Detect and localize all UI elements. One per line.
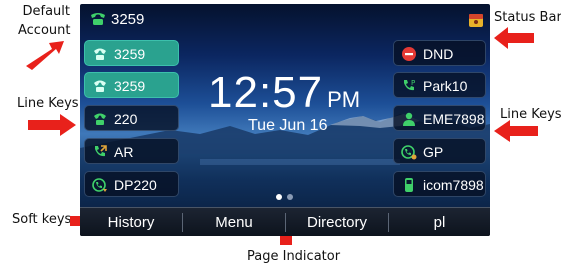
directed-pickup-arrow — [103, 189, 107, 192]
phone-screen: 3259 3259 3259 220 AR DP220 12:57 PM Tue… — [80, 4, 490, 236]
clock-date: Tue Jun 16 — [248, 117, 328, 134]
line-key-group-pickup-label: GP — [423, 144, 444, 160]
page-dot-1[interactable] — [276, 194, 282, 200]
line-key-park[interactable]: P Park10 — [393, 72, 486, 98]
softkey-history[interactable]: History — [80, 208, 182, 236]
page-indicator-annotation: Page Indicator — [247, 249, 341, 264]
status-notification-icon[interactable] — [468, 11, 484, 28]
status-icon-dot — [474, 20, 478, 24]
dnd-bar — [405, 53, 413, 56]
line-key-1[interactable]: 3259 — [84, 40, 179, 66]
call-park-letter: P — [411, 79, 415, 87]
status-bar-arrow — [494, 27, 534, 49]
line-key-dnd-label: DND — [423, 46, 454, 62]
status-bar-annotation: Status Bar — [494, 10, 561, 25]
line-registered-icon — [94, 48, 106, 60]
line-key-park-label: Park10 — [423, 78, 468, 94]
line-keys-right-arrow-shape — [494, 120, 538, 142]
group-pickup-handset — [405, 149, 411, 155]
line-key-contact-label: EME7898 — [423, 111, 485, 127]
default-account-arrow — [26, 41, 64, 70]
line-key-intercom-label: icom7898 — [423, 177, 484, 193]
line-key-4-label: AR — [114, 144, 134, 160]
intercom-icon — [405, 178, 413, 192]
phone-handset-icon — [91, 13, 105, 25]
line-key-3[interactable]: 220 — [84, 105, 179, 131]
contact-head — [405, 112, 413, 120]
directed-pickup-icon — [92, 178, 107, 192]
softkey-pl[interactable]: pl — [389, 208, 490, 236]
contact-icon — [403, 112, 415, 126]
page-dot-2[interactable] — [287, 194, 293, 200]
line-registered-icon — [94, 113, 106, 125]
status-bar: 3259 — [80, 4, 490, 34]
call-forward-arrow — [100, 145, 107, 152]
group-pickup-badge — [411, 154, 417, 160]
directed-pickup-handset — [96, 182, 102, 188]
default-account-annotation: Default Account — [18, 4, 71, 38]
intercom-screen — [406, 180, 412, 184]
line-keys-right-arrow — [494, 120, 538, 142]
default-account-arrow-shape — [26, 41, 64, 70]
line-registered-shape — [94, 80, 106, 86]
line-keys-left-annotation: Line Keys — [17, 96, 79, 111]
line-registered-base — [96, 55, 104, 60]
line-key-4[interactable]: AR — [84, 138, 179, 164]
line-registered-icon — [94, 80, 106, 92]
line-keys-left-arrow-shape — [28, 114, 76, 136]
default-account-annotation-line-1: Default — [22, 4, 71, 19]
line-key-intercom[interactable]: icom7898 — [393, 171, 486, 197]
line-keys-left-arrow — [28, 114, 76, 136]
line-registered-shape — [94, 113, 106, 119]
line-registered-shape — [94, 48, 106, 54]
soft-keys-annotation: Soft keys — [12, 212, 72, 227]
clock: 12:57 PM — [208, 68, 398, 118]
contact-body — [403, 120, 415, 126]
call-park-icon: P — [404, 79, 415, 91]
dnd-icon — [402, 47, 416, 61]
line-key-2[interactable]: 3259 — [84, 72, 179, 98]
status-icon-top — [469, 14, 483, 19]
line-key-1-label: 3259 — [114, 46, 146, 62]
line-registered-base — [96, 87, 104, 92]
group-pickup-icon — [401, 145, 417, 160]
line-key-5-label: DP220 — [114, 177, 157, 193]
line-key-group-pickup[interactable]: GP — [393, 138, 486, 164]
line-key-contact[interactable]: EME7898 — [393, 105, 486, 131]
phone-base-shape — [93, 19, 103, 25]
line-key-5[interactable]: DP220 — [84, 171, 179, 197]
status-bar-arrow-shape — [494, 27, 534, 49]
default-account-number[interactable]: 3259 — [111, 11, 144, 28]
line-registered-base — [96, 120, 104, 125]
softkey-menu[interactable]: Menu — [183, 208, 285, 236]
call-forward-icon — [95, 145, 107, 157]
line-key-2-label: 3259 — [114, 78, 146, 94]
clock-time: 12:57 — [208, 68, 324, 117]
phone-handset-shape — [91, 13, 105, 18]
line-key-3-label: 220 — [114, 111, 138, 127]
clock-ampm: PM — [327, 87, 361, 112]
lake-reflection — [200, 159, 400, 165]
line-key-dnd[interactable]: DND — [393, 40, 486, 66]
softkey-directory[interactable]: Directory — [286, 208, 388, 236]
softkey-bar: History Menu Directory pl — [80, 207, 490, 236]
